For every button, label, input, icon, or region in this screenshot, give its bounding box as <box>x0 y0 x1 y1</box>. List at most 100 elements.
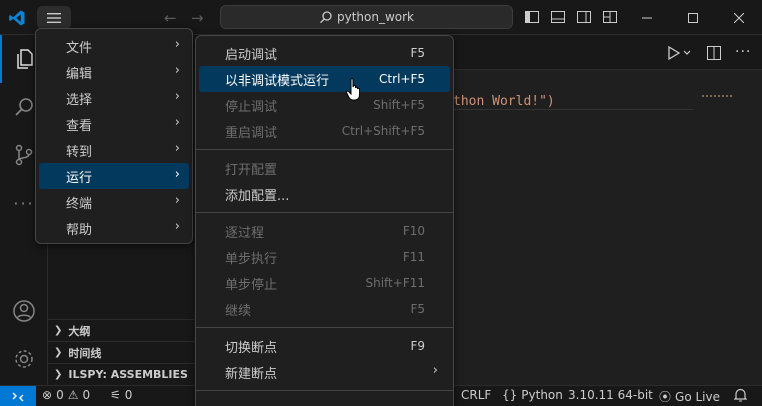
menu-item-selection[interactable]: 选择 › <box>39 85 189 111</box>
hamburger-icon <box>47 12 61 23</box>
error-icon: ⊗ <box>42 388 53 402</box>
ellipsis-icon: ··· <box>13 193 35 213</box>
more-actions-icon[interactable]: ··· <box>735 44 751 60</box>
minimize-button[interactable] <box>624 0 670 35</box>
menu-item-terminal[interactable]: 终端 › <box>39 189 189 215</box>
menu-separator <box>196 212 453 213</box>
menu-item-label: 文件 <box>66 40 93 56</box>
go-live-label: Go Live <box>675 389 720 404</box>
split-editor-icon[interactable] <box>706 45 722 61</box>
menu-item-step-into: 单步执行 F11 <box>199 244 450 270</box>
menu-item-label: 帮助 <box>66 222 93 238</box>
menu-separator <box>196 149 453 150</box>
error-count: 0 <box>56 388 64 402</box>
menu-item-help[interactable]: 帮助 › <box>39 215 189 241</box>
maximize-button[interactable] <box>670 0 716 35</box>
menu-item-stop-debugging: 停止调试 Shift+F5 <box>199 92 450 118</box>
menu-item-start-debugging[interactable]: 启动调试 F5 <box>199 40 450 66</box>
close-button[interactable] <box>716 0 762 35</box>
chevron-right-icon: › <box>174 89 180 104</box>
hand-pointer-cursor-icon <box>345 78 360 101</box>
menu-item-edit[interactable]: 编辑 › <box>39 59 189 85</box>
chevron-right-icon: › <box>174 37 180 52</box>
toggle-secondary-sidebar-icon[interactable] <box>576 9 592 25</box>
shortcut-label: Ctrl+F5 <box>379 72 425 86</box>
outline-section-header[interactable]: ❯ 大纲 <box>48 319 194 341</box>
ports-indicator[interactable]: ⚟ 0 <box>110 388 132 402</box>
main-menu: 文件 › 编辑 › 选择 › 查看 › 转到 › 运行 › 终端 › 帮助 › <box>35 28 193 244</box>
menu-item-run-without-debugging[interactable]: 以非调试模式运行 Ctrl+F5 <box>199 66 450 92</box>
menu-item-label: 新建断点 <box>225 366 278 382</box>
menu-item-view[interactable]: 查看 › <box>39 111 189 137</box>
language-mode[interactable]: {} Python <box>502 388 563 402</box>
menu-item-label: 选择 <box>66 92 93 108</box>
forward-arrow-icon[interactable]: → <box>191 9 204 27</box>
menu-item-label: 启动调试 <box>225 47 278 63</box>
run-submenu: 启动调试 F5 以非调试模式运行 Ctrl+F5 停止调试 Shift+F5 重启调试… <box>195 35 454 406</box>
command-center-search[interactable]: python_work <box>220 5 513 29</box>
search-icon <box>320 11 332 24</box>
menu-item-label: 查看 <box>66 118 93 134</box>
menu-item-label: 切换断点 <box>225 340 278 356</box>
shortcut-label: F9 <box>410 339 425 353</box>
chevron-right-icon: › <box>174 141 180 156</box>
menu-item-label: 转到 <box>66 144 93 160</box>
menu-item-continue: 继续 F5 <box>199 296 450 322</box>
menu-item-run[interactable]: 运行 › <box>39 163 189 189</box>
menu-item-open-configurations: 打开配置 <box>199 155 450 181</box>
toggle-primary-sidebar-icon[interactable] <box>524 9 540 25</box>
gear-icon <box>15 350 33 368</box>
menu-item-toggle-breakpoint[interactable]: 切换断点 F9 <box>199 333 450 359</box>
section-label: 时间线 <box>68 346 102 360</box>
menu-item-file[interactable]: 文件 › <box>39 33 189 59</box>
chevron-right-icon: ❯ <box>54 325 63 336</box>
chevron-right-icon: ❯ <box>54 369 63 380</box>
chevron-right-icon: ❯ <box>54 347 63 358</box>
problems-indicator[interactable]: ⊗ 0 ⚠ 0 <box>42 388 90 402</box>
ilspy-section-header[interactable]: ❯ ILSPY: ASSEMBLIES <box>48 363 194 385</box>
shortcut-label: F5 <box>410 302 425 316</box>
menu-item-label: 运行 <box>66 170 93 186</box>
customize-layout-icon[interactable] <box>602 9 618 25</box>
menu-item-label: 以非调试模式运行 <box>225 73 330 89</box>
minimize-icon <box>642 17 652 18</box>
interpreter-selector[interactable]: 3.10.11 64-bit <box>568 388 653 402</box>
code-line[interactable]: thon World!") <box>453 94 555 109</box>
chevron-right-icon: › <box>174 193 180 208</box>
menu-item-go[interactable]: 转到 › <box>39 137 189 163</box>
shortcut-label: Shift+F5 <box>373 98 425 112</box>
menu-button[interactable] <box>37 6 71 29</box>
back-arrow-icon[interactable]: ← <box>164 9 177 27</box>
toggle-panel-icon[interactable] <box>550 9 566 25</box>
menu-item-label: 重启调试 <box>225 125 278 141</box>
search-text: python_work <box>336 10 414 24</box>
menu-item-add-configuration[interactable]: 添加配置... <box>199 181 450 207</box>
menu-item-new-breakpoint[interactable]: 新建断点 › <box>199 359 450 385</box>
warning-count: 0 <box>82 388 91 402</box>
menu-item-label: 添加配置... <box>225 188 290 204</box>
go-live-button[interactable]: ⦿ Go Live <box>659 388 720 405</box>
go-live-icon: ⦿ <box>659 390 672 404</box>
maximize-icon <box>688 12 698 23</box>
eol-indicator[interactable]: CRLF <box>461 388 491 402</box>
menu-item-label: 逐过程 <box>225 225 265 241</box>
accounts-tab[interactable] <box>0 287 48 335</box>
bell-icon <box>734 388 747 402</box>
section-label: ILSPY: ASSEMBLIES <box>68 368 188 381</box>
menu-item-label: 单步执行 <box>225 251 278 267</box>
menu-item-label: 停止调试 <box>225 99 278 115</box>
timeline-section-header[interactable]: ❯ 时间线 <box>48 341 194 363</box>
run-python-file-icon[interactable] <box>667 45 693 61</box>
menu-item-restart-debugging: 重启调试 Ctrl+Shift+F5 <box>199 118 450 144</box>
notifications-button[interactable] <box>734 388 747 402</box>
eol-label: CRLF <box>461 388 492 402</box>
close-icon <box>734 12 744 23</box>
menu-item-step-over: 逐过程 F10 <box>199 218 450 244</box>
shortcut-label: Ctrl+Shift+F5 <box>341 124 425 138</box>
menu-item-label: 继续 <box>225 303 252 319</box>
broadcast-icon: ⚟ <box>110 388 121 402</box>
remote-indicator[interactable] <box>0 386 36 406</box>
manage-tab[interactable] <box>0 335 48 383</box>
minimap[interactable] <box>702 95 732 97</box>
ports-count: 0 <box>124 388 133 402</box>
